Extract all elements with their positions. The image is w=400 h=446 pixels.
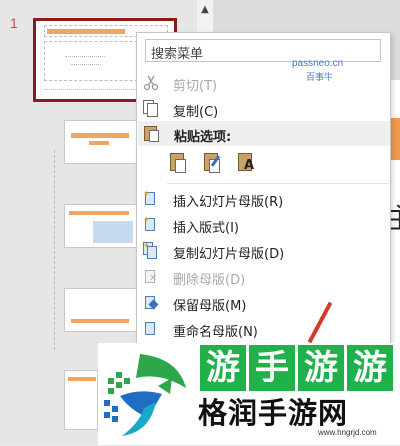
watermark-domain: passneo.cn bbox=[292, 58, 344, 69]
pin-master-icon bbox=[143, 294, 159, 311]
layout-thumbnail[interactable] bbox=[64, 370, 98, 430]
menu-item-label: 重命名母版(N) bbox=[173, 325, 258, 340]
paste-use-destination-theme-icon[interactable] bbox=[170, 151, 190, 175]
slide-number: 1 bbox=[10, 15, 18, 31]
paste-icon bbox=[144, 124, 160, 142]
menu-item-label: 剪切(T) bbox=[173, 79, 218, 94]
menu-item-label: 删除母版(D) bbox=[173, 273, 246, 288]
menu-item-label: 复制幻灯片母版(D) bbox=[173, 247, 285, 262]
menu-item-preserve-master[interactable]: 保留母版(M) bbox=[137, 291, 390, 316]
delete-master-icon: ✕ bbox=[143, 268, 159, 285]
menu-item-cut[interactable]: 剪切(T) bbox=[137, 71, 390, 96]
menu-item-duplicate-slide-master[interactable]: ✦ 复制幻灯片母版(D) bbox=[137, 239, 390, 264]
banner-green-title: 游手游游 bbox=[200, 345, 400, 393]
menu-item-delete-master[interactable]: ✕ 删除母版(D) bbox=[137, 265, 390, 290]
duplicate-slide-master-icon: ✦ bbox=[143, 242, 159, 259]
insert-slide-master-icon: ✦ bbox=[143, 190, 159, 207]
menu-item-label: 插入版式(I) bbox=[173, 221, 239, 236]
scissors-icon bbox=[143, 74, 159, 91]
scroll-up-arrow-icon[interactable]: ▲ bbox=[198, 2, 212, 18]
site-logo-icon bbox=[100, 348, 194, 442]
paste-options-header: 粘贴选项: bbox=[138, 121, 390, 146]
watermark-brand: 百事牛 bbox=[306, 73, 334, 83]
layout-thumbnail[interactable] bbox=[64, 204, 140, 248]
menu-item-insert-slide-master[interactable]: ✦ 插入幻灯片母版(R) bbox=[137, 187, 390, 212]
menu-item-label: 保留母版(M) bbox=[173, 299, 247, 314]
paste-keep-source-formatting-icon[interactable] bbox=[204, 151, 224, 175]
menu-item-copy[interactable]: 复制(C) bbox=[137, 97, 390, 122]
menu-separator bbox=[167, 183, 389, 184]
paste-keep-text-only-icon[interactable]: A bbox=[238, 151, 258, 175]
paste-options-group: A bbox=[170, 151, 270, 177]
site-logo-text: 格润手游网 bbox=[198, 396, 349, 430]
menu-item-insert-layout[interactable]: ✦ 插入版式(I) bbox=[137, 213, 390, 238]
layout-thumbnail[interactable] bbox=[64, 120, 140, 164]
search-menu-input[interactable]: 搜索菜单 bbox=[145, 39, 381, 62]
menu-item-label: 复制(C) bbox=[173, 105, 219, 120]
site-logo-url: www.hngrjd.com bbox=[318, 428, 377, 437]
banner-char: 游 bbox=[347, 345, 393, 391]
rename-master-icon bbox=[143, 320, 159, 337]
menu-item-label: 插入幻灯片母版(R) bbox=[173, 195, 284, 210]
banner-char: 手 bbox=[249, 345, 295, 391]
context-menu: 搜索菜单 剪切(T) 复制(C) 粘贴选项: A ✦ 插入幻灯片母版(R) ✦ … bbox=[136, 32, 391, 345]
pane-guide-line bbox=[54, 150, 55, 350]
banner-char: 游 bbox=[298, 345, 344, 391]
menu-item-rename-master[interactable]: 重命名母版(N) bbox=[137, 317, 390, 342]
insert-layout-icon: ✦ bbox=[143, 216, 159, 233]
layout-thumbnail[interactable] bbox=[64, 288, 140, 332]
copy-icon bbox=[143, 100, 159, 117]
banner-char: 游 bbox=[200, 345, 246, 391]
